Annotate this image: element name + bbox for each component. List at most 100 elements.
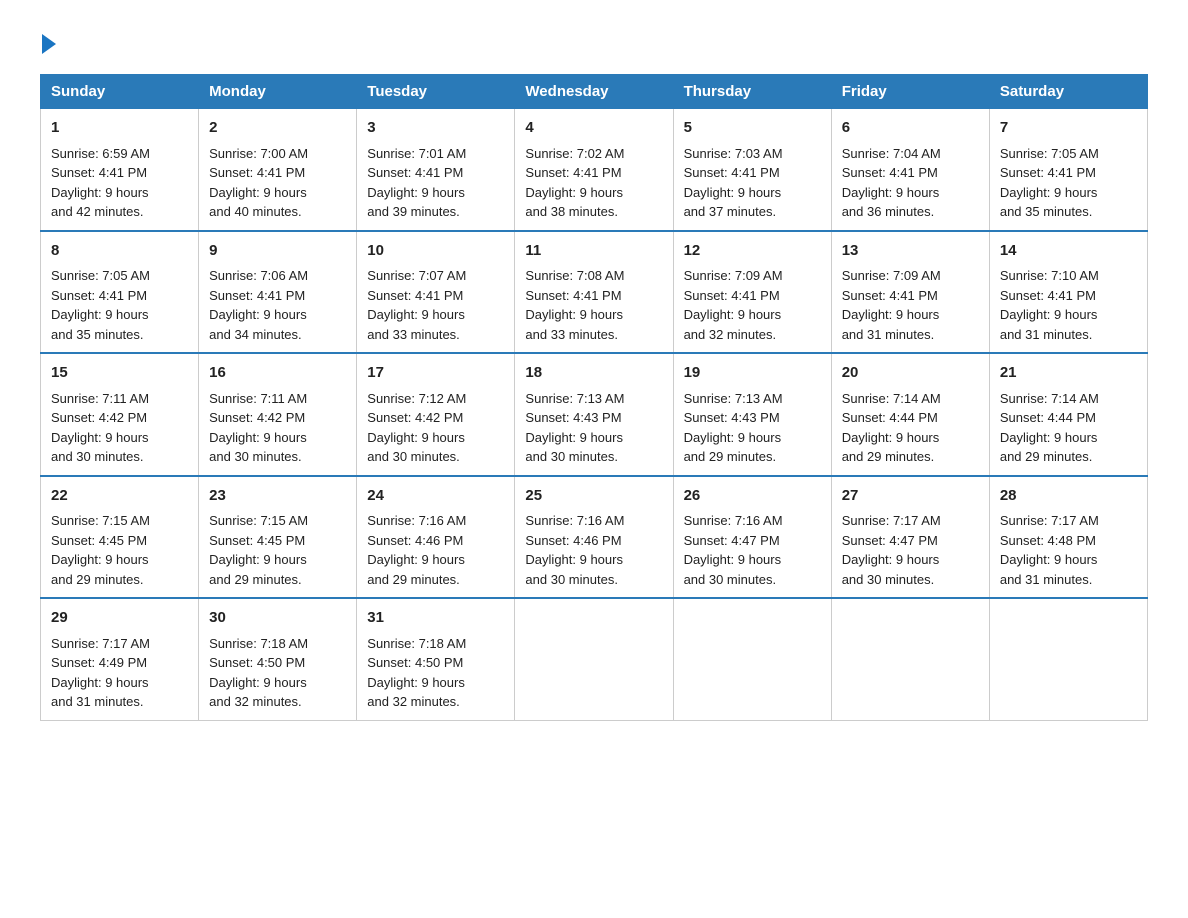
calendar-cell	[515, 598, 673, 720]
calendar-week-row: 8Sunrise: 7:05 AMSunset: 4:41 PMDaylight…	[41, 231, 1148, 354]
calendar-cell: 8Sunrise: 7:05 AMSunset: 4:41 PMDaylight…	[41, 231, 199, 354]
calendar-cell: 17 Sunrise: 7:12 AMSunset: 4:42 PMDayligh…	[357, 353, 515, 476]
day-info: Sunrise: 7:10 AMSunset: 4:41 PMDaylight:…	[1000, 266, 1137, 344]
header-sunday: Sunday	[41, 75, 199, 109]
calendar-cell: 29 Sunrise: 7:17 AMSunset: 4:49 PMDayligh…	[41, 598, 199, 720]
calendar-cell: 12 Sunrise: 7:09 AMSunset: 4:41 PMDayligh…	[673, 231, 831, 354]
calendar-cell: 21 Sunrise: 7:14 AMSunset: 4:44 PMDayligh…	[989, 353, 1147, 476]
day-info: Sunrise: 7:17 AMSunset: 4:48 PMDaylight:…	[1000, 511, 1137, 589]
day-number: 9	[209, 240, 346, 263]
day-info: Sunrise: 7:15 AMSunset: 4:45 PMDaylight:…	[209, 511, 346, 589]
day-number: 22	[51, 485, 188, 508]
day-number: 10	[367, 240, 504, 263]
calendar-cell: 14 Sunrise: 7:10 AMSunset: 4:41 PMDayligh…	[989, 231, 1147, 354]
calendar-cell: 24 Sunrise: 7:16 AMSunset: 4:46 PMDayligh…	[357, 476, 515, 599]
calendar-cell: 6Sunrise: 7:04 AMSunset: 4:41 PMDaylight…	[831, 109, 989, 231]
day-number: 27	[842, 485, 979, 508]
calendar-cell: 10Sunrise: 7:07 AMSunset: 4:41 PMDayligh…	[357, 231, 515, 354]
day-number: 28	[1000, 485, 1137, 508]
day-info: Sunrise: 7:00 AMSunset: 4:41 PMDaylight:…	[209, 144, 346, 222]
logo	[40, 30, 56, 54]
day-info: Sunrise: 7:16 AMSunset: 4:46 PMDaylight:…	[525, 511, 662, 589]
calendar-cell: 19 Sunrise: 7:13 AMSunset: 4:43 PMDayligh…	[673, 353, 831, 476]
day-number: 13	[842, 240, 979, 263]
calendar-cell: 25 Sunrise: 7:16 AMSunset: 4:46 PMDayligh…	[515, 476, 673, 599]
day-info: Sunrise: 7:01 AMSunset: 4:41 PMDaylight:…	[367, 144, 504, 222]
day-info: Sunrise: 7:09 AMSunset: 4:41 PMDaylight:…	[684, 266, 821, 344]
day-number: 21	[1000, 362, 1137, 385]
day-number: 14	[1000, 240, 1137, 263]
day-number: 19	[684, 362, 821, 385]
day-number: 26	[684, 485, 821, 508]
header-wednesday: Wednesday	[515, 75, 673, 109]
header-monday: Monday	[199, 75, 357, 109]
header-friday: Friday	[831, 75, 989, 109]
day-number: 29	[51, 607, 188, 630]
header	[40, 30, 1148, 54]
header-thursday: Thursday	[673, 75, 831, 109]
day-number: 2	[209, 117, 346, 140]
calendar-cell: 20 Sunrise: 7:14 AMSunset: 4:44 PMDayligh…	[831, 353, 989, 476]
day-number: 18	[525, 362, 662, 385]
day-info: Sunrise: 7:14 AMSunset: 4:44 PMDaylight:…	[842, 389, 979, 467]
day-number: 5	[684, 117, 821, 140]
calendar-cell: 18Sunrise: 7:13 AMSunset: 4:43 PMDayligh…	[515, 353, 673, 476]
day-number: 20	[842, 362, 979, 385]
calendar-week-row: 22 Sunrise: 7:15 AMSunset: 4:45 PMDayligh…	[41, 476, 1148, 599]
day-info: Sunrise: 7:11 AMSunset: 4:42 PMDaylight:…	[51, 389, 188, 467]
calendar-week-row: 15 Sunrise: 7:11 AMSunset: 4:42 PMDayligh…	[41, 353, 1148, 476]
day-info: Sunrise: 7:15 AMSunset: 4:45 PMDaylight:…	[51, 511, 188, 589]
calendar-cell: 13Sunrise: 7:09 AMSunset: 4:41 PMDayligh…	[831, 231, 989, 354]
day-info: Sunrise: 7:03 AMSunset: 4:41 PMDaylight:…	[684, 144, 821, 222]
day-info: Sunrise: 7:12 AMSunset: 4:42 PMDaylight:…	[367, 389, 504, 467]
logo-arrow-icon	[42, 34, 56, 54]
day-number: 30	[209, 607, 346, 630]
calendar-cell: 7Sunrise: 7:05 AMSunset: 4:41 PMDaylight…	[989, 109, 1147, 231]
day-number: 25	[525, 485, 662, 508]
day-number: 12	[684, 240, 821, 263]
calendar-week-row: 29 Sunrise: 7:17 AMSunset: 4:49 PMDayligh…	[41, 598, 1148, 720]
day-info: Sunrise: 7:11 AMSunset: 4:42 PMDaylight:…	[209, 389, 346, 467]
calendar-cell: 3 Sunrise: 7:01 AMSunset: 4:41 PMDaylight…	[357, 109, 515, 231]
day-info: Sunrise: 7:14 AMSunset: 4:44 PMDaylight:…	[1000, 389, 1137, 467]
day-number: 31	[367, 607, 504, 630]
day-info: Sunrise: 7:17 AMSunset: 4:49 PMDaylight:…	[51, 634, 188, 712]
calendar-cell	[673, 598, 831, 720]
day-number: 15	[51, 362, 188, 385]
calendar-cell: 30 Sunrise: 7:18 AMSunset: 4:50 PMDayligh…	[199, 598, 357, 720]
calendar-cell: 4 Sunrise: 7:02 AMSunset: 4:41 PMDaylight…	[515, 109, 673, 231]
day-info: Sunrise: 7:18 AMSunset: 4:50 PMDaylight:…	[209, 634, 346, 712]
calendar-cell: 9Sunrise: 7:06 AMSunset: 4:41 PMDaylight…	[199, 231, 357, 354]
header-tuesday: Tuesday	[357, 75, 515, 109]
calendar-cell: 15 Sunrise: 7:11 AMSunset: 4:42 PMDayligh…	[41, 353, 199, 476]
day-number: 16	[209, 362, 346, 385]
day-number: 7	[1000, 117, 1137, 140]
day-info: Sunrise: 7:16 AMSunset: 4:46 PMDaylight:…	[367, 511, 504, 589]
calendar-table: SundayMondayTuesdayWednesdayThursdayFrid…	[40, 74, 1148, 721]
day-number: 4	[525, 117, 662, 140]
day-number: 11	[525, 240, 662, 263]
calendar-week-row: 1 Sunrise: 6:59 AMSunset: 4:41 PMDaylight…	[41, 109, 1148, 231]
header-saturday: Saturday	[989, 75, 1147, 109]
calendar-cell	[989, 598, 1147, 720]
calendar-header-row: SundayMondayTuesdayWednesdayThursdayFrid…	[41, 75, 1148, 109]
day-number: 23	[209, 485, 346, 508]
day-number: 24	[367, 485, 504, 508]
calendar-cell: 23 Sunrise: 7:15 AMSunset: 4:45 PMDayligh…	[199, 476, 357, 599]
day-number: 1	[51, 117, 188, 140]
calendar-cell: 22 Sunrise: 7:15 AMSunset: 4:45 PMDayligh…	[41, 476, 199, 599]
day-info: Sunrise: 7:13 AMSunset: 4:43 PMDaylight:…	[684, 389, 821, 467]
day-number: 8	[51, 240, 188, 263]
day-info: Sunrise: 7:16 AMSunset: 4:47 PMDaylight:…	[684, 511, 821, 589]
day-info: Sunrise: 7:02 AMSunset: 4:41 PMDaylight:…	[525, 144, 662, 222]
day-info: Sunrise: 6:59 AMSunset: 4:41 PMDaylight:…	[51, 144, 188, 222]
day-number: 17	[367, 362, 504, 385]
calendar-cell: 28 Sunrise: 7:17 AMSunset: 4:48 PMDayligh…	[989, 476, 1147, 599]
calendar-cell: 11Sunrise: 7:08 AMSunset: 4:41 PMDayligh…	[515, 231, 673, 354]
day-number: 3	[367, 117, 504, 140]
day-number: 6	[842, 117, 979, 140]
calendar-cell	[831, 598, 989, 720]
calendar-cell: 27Sunrise: 7:17 AMSunset: 4:47 PMDayligh…	[831, 476, 989, 599]
calendar-cell: 26 Sunrise: 7:16 AMSunset: 4:47 PMDayligh…	[673, 476, 831, 599]
logo-blue-part	[40, 30, 56, 54]
